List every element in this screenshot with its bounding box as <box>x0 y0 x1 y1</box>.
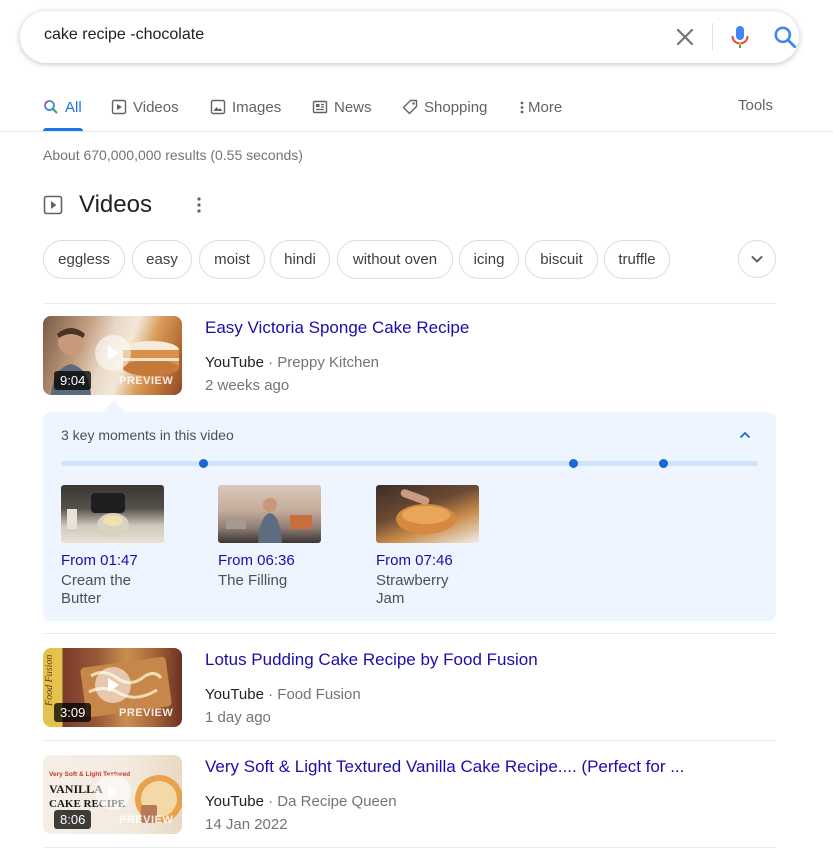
video-duration: 8:06 <box>54 810 92 829</box>
video-duration: 3:09 <box>54 703 92 722</box>
video-duration: 9:04 <box>54 371 92 390</box>
video-date: 14 Jan 2022 <box>205 816 288 833</box>
video-title-link[interactable]: Very Soft & Light Textured Vanilla Cake … <box>205 757 684 777</box>
video-title-link[interactable]: Lotus Pudding Cake Recipe by Food Fusion <box>205 650 538 670</box>
key-moment-thumbnail <box>376 485 479 543</box>
chip-truffle[interactable]: truffle <box>604 240 670 279</box>
video-icon <box>43 195 63 215</box>
preview-label: PREVIEW <box>119 814 174 826</box>
play-icon <box>95 667 131 703</box>
chips-expand-button[interactable] <box>738 240 776 278</box>
timeline-marker[interactable] <box>659 459 668 468</box>
video-channel: Food Fusion <box>277 686 361 703</box>
video-source: YouTube <box>205 354 264 371</box>
video-result: Very Soft & Light Textured VANILLA CAKE … <box>43 755 776 835</box>
video-meta: YouTube · Preppy Kitchen <box>205 354 379 371</box>
image-icon <box>210 99 226 115</box>
divider <box>43 303 776 304</box>
videos-section-title: Videos <box>79 191 152 218</box>
search-icon[interactable] <box>772 24 798 50</box>
video-title-link[interactable]: Easy Victoria Sponge Cake Recipe <box>205 318 469 338</box>
search-input[interactable]: cake recipe -chocolate <box>44 26 204 44</box>
tab-videos[interactable]: Videos <box>111 97 179 117</box>
search-icon <box>44 100 58 114</box>
video-icon <box>111 99 127 115</box>
key-moment-timestamp: From 01:47 <box>61 552 138 569</box>
key-moment[interactable]: From 01:47 Cream the Butter <box>61 485 191 608</box>
tab-all[interactable]: All <box>43 97 82 117</box>
key-moments-label: 3 key moments in this video <box>61 427 234 443</box>
meta-separator: · <box>268 686 278 703</box>
key-moment[interactable]: From 07:46 Strawberry Jam <box>376 485 506 608</box>
video-thumbnail[interactable]: Food Fusion 3:09 PREVIEW <box>43 648 182 727</box>
tools-button[interactable]: Tools <box>738 97 773 114</box>
tab-images[interactable]: Images <box>210 97 281 117</box>
video-date: 2 weeks ago <box>205 377 290 394</box>
preview-label: PREVIEW <box>119 707 174 719</box>
chip-icing[interactable]: icing <box>459 240 519 279</box>
thumbnail-brand-text: Food Fusion <box>44 655 55 707</box>
result-stats: About 670,000,000 results (0.55 seconds) <box>43 147 303 163</box>
play-icon <box>95 774 131 810</box>
chip-biscuit[interactable]: biscuit <box>525 240 598 279</box>
video-thumbnail[interactable]: 9:04 PREVIEW <box>43 316 182 395</box>
active-tab-indicator <box>43 128 83 131</box>
key-moment-timestamp: From 07:46 <box>376 552 453 569</box>
search-box[interactable]: cake recipe -chocolate <box>20 11 799 63</box>
more-vert-icon <box>520 101 524 114</box>
more-vert-icon[interactable] <box>189 195 209 215</box>
video-result: Food Fusion 3:09 PREVIEW Lotus Pudding C… <box>43 648 776 728</box>
key-moments-panel: 3 key moments in this video From 01:47 C… <box>43 412 776 621</box>
video-channel: Preppy Kitchen <box>277 354 380 371</box>
timeline-marker[interactable] <box>199 459 208 468</box>
video-channel: Da Recipe Queen <box>277 793 397 810</box>
video-result: 9:04 PREVIEW Easy Victoria Sponge Cake R… <box>43 316 776 396</box>
key-moment-timestamp: From 06:36 <box>218 552 295 569</box>
microphone-icon[interactable] <box>727 23 753 51</box>
search-tabs: All Videos Images News Shopping More Too… <box>0 90 833 132</box>
video-meta: YouTube · Food Fusion <box>205 686 361 703</box>
video-source: YouTube <box>205 793 264 810</box>
key-moment[interactable]: From 06:36 The Filling <box>218 485 348 590</box>
timeline-marker[interactable] <box>569 459 578 468</box>
chip-easy[interactable]: easy <box>132 240 192 279</box>
videos-section-header: Videos <box>43 190 201 220</box>
tab-shopping[interactable]: Shopping <box>402 97 487 117</box>
key-moment-label: Cream the Butter <box>61 572 132 607</box>
search-divider <box>712 23 713 51</box>
meta-separator: · <box>268 793 278 810</box>
preview-label: PREVIEW <box>119 375 174 387</box>
clear-icon[interactable] <box>673 25 697 49</box>
video-source: YouTube <box>205 686 264 703</box>
divider <box>43 847 776 848</box>
tab-more[interactable]: More <box>518 97 562 117</box>
thumbnail-image <box>67 493 129 537</box>
key-moments-timeline <box>61 461 758 466</box>
key-moment-thumbnail <box>61 485 164 543</box>
play-icon <box>95 335 131 371</box>
video-date: 1 day ago <box>205 709 271 726</box>
thumbnail-image <box>396 489 456 534</box>
thumbnail-image <box>226 498 312 543</box>
video-meta: YouTube · Da Recipe Queen <box>205 793 397 810</box>
chip-eggless[interactable]: eggless <box>43 240 125 279</box>
key-moment-thumbnail <box>218 485 321 543</box>
video-thumbnail[interactable]: Very Soft & Light Textured VANILLA CAKE … <box>43 755 182 834</box>
divider <box>43 633 776 634</box>
meta-separator: · <box>268 354 278 371</box>
key-moment-label: The Filling <box>218 572 288 589</box>
chevron-up-icon[interactable] <box>737 427 753 443</box>
chevron-down-icon <box>751 256 763 263</box>
divider <box>43 740 776 741</box>
tab-news[interactable]: News <box>312 97 372 117</box>
chip-without-oven[interactable]: without oven <box>337 240 453 279</box>
key-moment-label: Strawberry Jam <box>376 572 449 607</box>
chip-hindi[interactable]: hindi <box>270 240 330 279</box>
chip-moist[interactable]: moist <box>199 240 265 279</box>
tag-icon <box>402 99 418 115</box>
news-icon <box>312 100 328 114</box>
